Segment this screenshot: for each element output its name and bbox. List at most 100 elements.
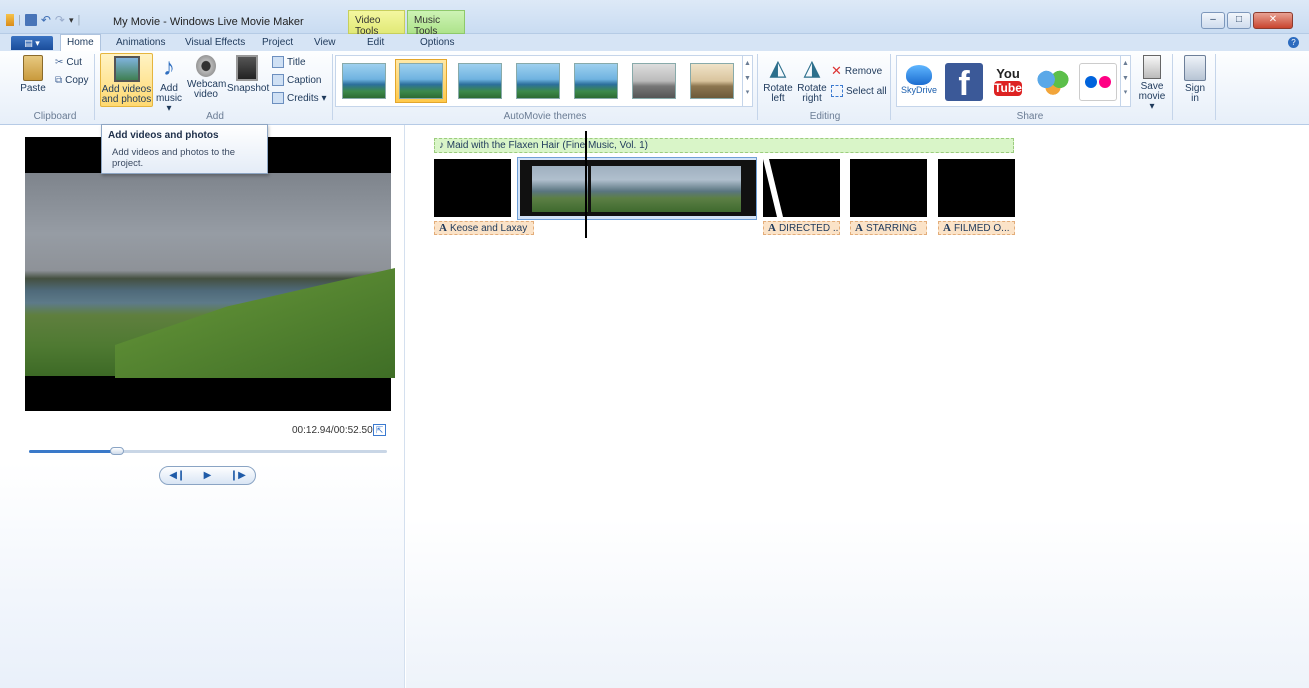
caption-button[interactable]: Caption (272, 74, 321, 86)
save-movie-button[interactable]: Save movie ▾ (1136, 55, 1168, 112)
fullscreen-icon[interactable]: ⇱ (373, 424, 386, 436)
youtube-icon-you: You (996, 66, 1020, 81)
theme-thumbnail[interactable] (512, 59, 564, 103)
remove-label: Remove (844, 65, 883, 77)
chevron-up-icon[interactable]: ▲ (743, 60, 752, 67)
flickr-blue-dot-icon (1085, 76, 1097, 88)
sign-in-label-line2: in (1191, 93, 1199, 104)
group-separator (94, 54, 95, 120)
tab-options[interactable]: Options (420, 37, 454, 48)
save-icon[interactable] (24, 14, 37, 26)
play-icon[interactable]: ▶ (204, 470, 212, 481)
copy-button[interactable]: ⧉ Copy (55, 75, 89, 86)
video-thumbnail (532, 166, 590, 212)
select-all-button[interactable]: Select all (831, 85, 887, 97)
credits-button[interactable]: Credits ▾ (272, 92, 326, 104)
help-icon[interactable]: ? (1288, 37, 1299, 48)
title-button[interactable]: Title (272, 56, 306, 68)
music-tools-context-label: Music Tools (407, 10, 465, 37)
caption-item[interactable]: A FILMED O... (938, 221, 1015, 235)
theme-thumbnail[interactable] (628, 59, 680, 103)
skydrive-label: SkyDrive (900, 85, 937, 95)
music-track-title: Maid with the Flaxen Hair (Fine Music, V… (446, 140, 648, 151)
title-clip[interactable] (434, 159, 511, 217)
undo-icon[interactable]: ↶ (41, 13, 51, 27)
hillside (115, 268, 395, 378)
caption-text: FILMED O... (953, 223, 1010, 234)
playhead-indicator[interactable] (585, 131, 587, 238)
video-clip-selected[interactable] (517, 157, 757, 220)
add-music-button[interactable]: ♪ Add music ▾ (154, 55, 184, 114)
automovie-themes-gallery: ▲ ▼ ▾ (335, 55, 753, 107)
skydrive-button[interactable]: SkyDrive (900, 63, 938, 101)
youtube-button[interactable]: You Tube (989, 63, 1027, 101)
themes-group-label: AutoMovie themes (503, 111, 587, 122)
gallery-scroll[interactable]: ▲ ▼ ▾ (742, 56, 752, 106)
chevron-down-icon[interactable]: ▼ (743, 75, 752, 82)
seek-slider[interactable] (29, 447, 387, 455)
ribbon: Paste ✂ Cut ⧉ Copy Clipboard Add videos an… (0, 51, 1309, 125)
music-track[interactable]: ♪ Maid with the Flaxen Hair (Fine Music,… (434, 138, 1014, 153)
theme-thumbnail[interactable] (686, 59, 738, 103)
cut-button[interactable]: ✂ Cut (55, 57, 82, 68)
snapshot-button[interactable]: Snapshot (227, 55, 269, 94)
snapshot-icon (236, 55, 258, 81)
sign-in-button[interactable]: Sign in (1180, 55, 1210, 104)
add-music-label-line2: music ▾ (155, 93, 183, 114)
caption-item[interactable]: A DIRECTED ... (763, 221, 840, 235)
messenger-people-button[interactable] (1034, 63, 1072, 101)
theme-thumbnail[interactable] (454, 59, 506, 103)
tab-project[interactable]: Project (262, 37, 293, 48)
share-gallery-scroll[interactable]: ▲ ▼ ▾ (1120, 56, 1130, 106)
remove-button[interactable]: ✕ Remove (831, 63, 882, 79)
tab-view[interactable]: View (314, 37, 336, 48)
next-frame-icon[interactable]: ❙▶ (230, 470, 246, 481)
more-icon[interactable]: ▾ (743, 88, 752, 96)
music-note-icon: ♪ (439, 140, 444, 151)
rotate-right-icon: ◮ (803, 55, 821, 80)
video-thumbnail (591, 166, 741, 212)
more-icon[interactable]: ▾ (1121, 88, 1130, 96)
facebook-button[interactable]: f (945, 63, 983, 103)
tab-visual-effects[interactable]: Visual Effects (185, 37, 245, 48)
video-preview[interactable] (25, 137, 395, 411)
chevron-up-icon[interactable]: ▲ (1121, 60, 1130, 67)
webcam-video-button[interactable]: Webcam video (187, 55, 226, 100)
rotate-right-button[interactable]: ◮ Rotate right (796, 55, 828, 104)
window-title: My Movie - Windows Live Movie Maker (113, 16, 304, 28)
theme-preview (399, 63, 443, 99)
music-note-icon: ♪ (163, 54, 175, 81)
credits-clip[interactable] (850, 159, 927, 217)
flickr-button[interactable] (1079, 63, 1117, 101)
seek-handle[interactable] (110, 447, 125, 455)
select-all-icon (831, 85, 843, 97)
paste-button[interactable]: Paste (20, 55, 46, 94)
video-clip-segment (520, 160, 592, 216)
tab-edit[interactable]: Edit (367, 37, 384, 48)
minimize-button[interactable]: – (1201, 12, 1225, 29)
maximize-button[interactable]: □ (1227, 12, 1251, 29)
caption-item[interactable]: A Keose and Laxay (434, 221, 534, 235)
timecode: 00:12.94/00:52.50 (292, 425, 373, 436)
credits-clip[interactable] (938, 159, 1015, 217)
theme-thumbnail-selected[interactable] (395, 59, 447, 103)
paste-label: Paste (20, 83, 46, 94)
credits-clip[interactable] (763, 159, 840, 217)
theme-preview (516, 63, 560, 99)
caption-item[interactable]: A STARRING (850, 221, 927, 235)
chevron-down-icon[interactable]: ▼ (1121, 75, 1130, 82)
copy-icon: ⧉ (55, 75, 63, 86)
redo-icon[interactable]: ↷ (55, 13, 65, 27)
theme-thumbnail[interactable] (570, 59, 622, 103)
rotate-left-button[interactable]: ◭ Rotate left (762, 55, 794, 104)
customize-qat-icon[interactable]: ▾ (69, 15, 74, 26)
application-menu-button[interactable]: ▤ ▾ (11, 36, 53, 50)
tab-home[interactable]: Home (60, 34, 101, 51)
skydrive-icon (906, 65, 932, 85)
close-button[interactable]: ✕ (1253, 12, 1293, 29)
previous-frame-icon[interactable]: ◀❙ (169, 470, 185, 481)
theme-thumbnail[interactable] (338, 59, 390, 103)
tab-animations[interactable]: Animations (116, 37, 165, 48)
seek-progress (29, 450, 118, 453)
add-videos-and-photos-button[interactable]: Add videos and photos (100, 53, 153, 107)
